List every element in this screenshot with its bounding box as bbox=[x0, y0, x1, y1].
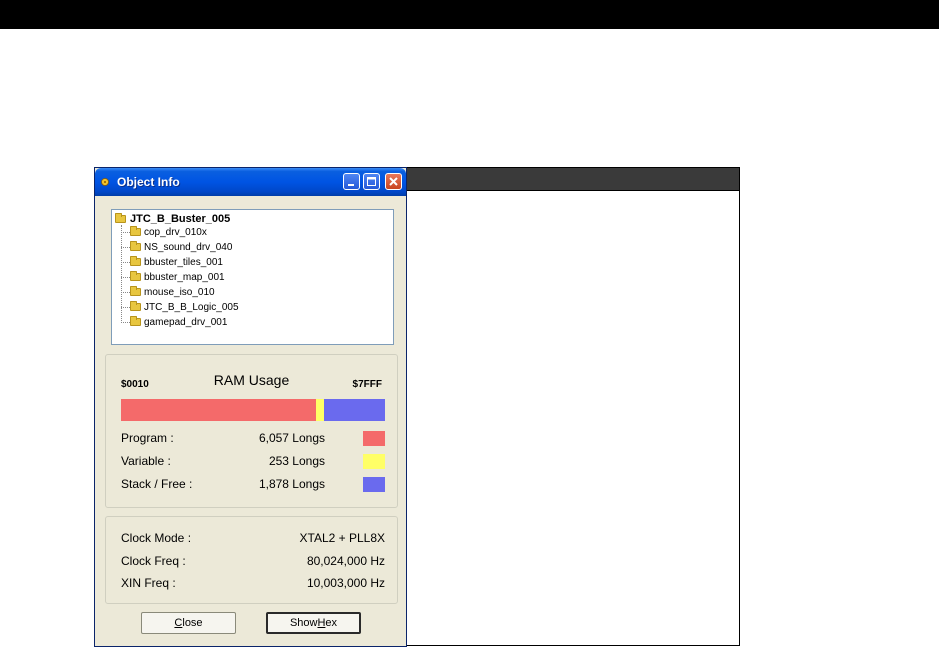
title-bar[interactable]: Object Info bbox=[95, 168, 406, 196]
folder-icon bbox=[130, 226, 141, 236]
close-button[interactable]: Close bbox=[141, 612, 236, 634]
ram-bar-segment bbox=[316, 399, 324, 421]
close-button-accel: C bbox=[174, 617, 183, 629]
clock-freq-label: Clock Freq : bbox=[121, 554, 186, 568]
folder-icon bbox=[130, 256, 141, 266]
close-icon bbox=[389, 177, 398, 186]
tree-child-item[interactable]: mouse_iso_010 bbox=[121, 285, 215, 299]
stack-free-color-swatch bbox=[363, 477, 385, 492]
ram-bar-segment bbox=[324, 399, 385, 421]
tree-child-item[interactable]: gamepad_drv_001 bbox=[121, 315, 227, 329]
close-button-label-post: lose bbox=[182, 617, 203, 629]
stack-free-row: Stack / Free : 1,878 Longs bbox=[121, 477, 385, 493]
window-body: JTC_B_Buster_005 cop_drv_010x NS_sound_d… bbox=[98, 196, 403, 644]
clock-freq-row: Clock Freq : 80,024,000 Hz bbox=[121, 554, 385, 570]
xin-freq-row: XIN Freq : 10,003,000 Hz bbox=[121, 576, 385, 592]
tree-child-label: mouse_iso_010 bbox=[144, 286, 215, 298]
object-tree[interactable]: JTC_B_Buster_005 cop_drv_010x NS_sound_d… bbox=[111, 209, 394, 345]
tree-child-item[interactable]: cop_drv_010x bbox=[121, 225, 207, 239]
tree-child-item[interactable]: bbuster_map_001 bbox=[121, 270, 225, 284]
folder-icon bbox=[130, 301, 141, 311]
folder-icon bbox=[130, 286, 141, 296]
program-color-swatch bbox=[363, 431, 385, 446]
tree-child-label: cop_drv_010x bbox=[144, 226, 207, 238]
folder-icon bbox=[130, 241, 141, 251]
variable-color-swatch bbox=[363, 454, 385, 469]
program-row: Program : 6,057 Longs bbox=[121, 431, 385, 447]
maximize-icon bbox=[367, 177, 376, 186]
tree-child-item[interactable]: bbuster_tiles_001 bbox=[121, 255, 223, 269]
tree-child-label: NS_sound_drv_040 bbox=[144, 241, 233, 253]
object-info-window: Object Info JTC_B_Buster_005 cop_drv_010… bbox=[94, 167, 407, 647]
stack-free-label: Stack / Free : bbox=[121, 477, 193, 491]
minimize-button[interactable] bbox=[343, 173, 360, 190]
maximize-button[interactable] bbox=[363, 173, 380, 190]
tree-child-label: bbuster_tiles_001 bbox=[144, 256, 223, 268]
folder-icon bbox=[130, 316, 141, 326]
ram-usage-bar bbox=[121, 399, 385, 421]
close-window-button[interactable] bbox=[385, 173, 402, 190]
folder-icon bbox=[115, 213, 126, 223]
program-label: Program : bbox=[121, 431, 174, 445]
tree-root-item[interactable]: JTC_B_Buster_005 bbox=[115, 212, 230, 226]
variable-label: Variable : bbox=[121, 454, 171, 468]
show-hex-button[interactable]: Show Hex bbox=[266, 612, 361, 634]
show-hex-label-pre: Show bbox=[289, 617, 318, 629]
ram-high-address: $7FFF bbox=[352, 379, 382, 390]
variable-row: Variable : 253 Longs bbox=[121, 454, 385, 470]
tree-root-label: JTC_B_Buster_005 bbox=[130, 213, 231, 225]
folder-icon bbox=[130, 271, 141, 281]
stack-free-value: 1,878 Longs bbox=[258, 477, 325, 491]
window-title: Object Info bbox=[117, 175, 180, 189]
xin-freq-value: 10,003,000 Hz bbox=[306, 576, 385, 590]
top-black-bar bbox=[0, 0, 939, 29]
ram-bar-segment bbox=[121, 399, 316, 421]
clock-freq-value: 80,024,000 Hz bbox=[306, 554, 385, 568]
hex-view-pane[interactable] bbox=[406, 167, 740, 646]
show-hex-accel: H bbox=[317, 617, 326, 629]
tree-child-label: bbuster_map_001 bbox=[144, 271, 225, 283]
hex-view-header bbox=[407, 168, 739, 191]
show-hex-label-post: ex bbox=[325, 617, 338, 629]
clock-mode-value: XTAL2 + PLL8X bbox=[299, 531, 386, 545]
tree-child-label: JTC_B_B_Logic_005 bbox=[144, 301, 239, 313]
propeller-app-icon bbox=[101, 178, 109, 186]
tree-child-item[interactable]: NS_sound_drv_040 bbox=[121, 240, 232, 254]
ram-usage-group: $0010 RAM Usage $7FFF Program : 6,057 Lo… bbox=[105, 354, 398, 508]
program-value: 6,057 Longs bbox=[258, 431, 325, 445]
clock-mode-label: Clock Mode : bbox=[121, 531, 192, 545]
clock-mode-row: Clock Mode : XTAL2 + PLL8X bbox=[121, 531, 385, 547]
xin-freq-label: XIN Freq : bbox=[121, 576, 176, 590]
clock-info-group: Clock Mode : XTAL2 + PLL8X Clock Freq : … bbox=[105, 516, 398, 604]
tree-child-label: gamepad_drv_001 bbox=[144, 316, 228, 328]
minimize-icon bbox=[348, 184, 354, 186]
tree-child-item[interactable]: JTC_B_B_Logic_005 bbox=[121, 300, 239, 314]
variable-value: 253 Longs bbox=[268, 454, 325, 468]
